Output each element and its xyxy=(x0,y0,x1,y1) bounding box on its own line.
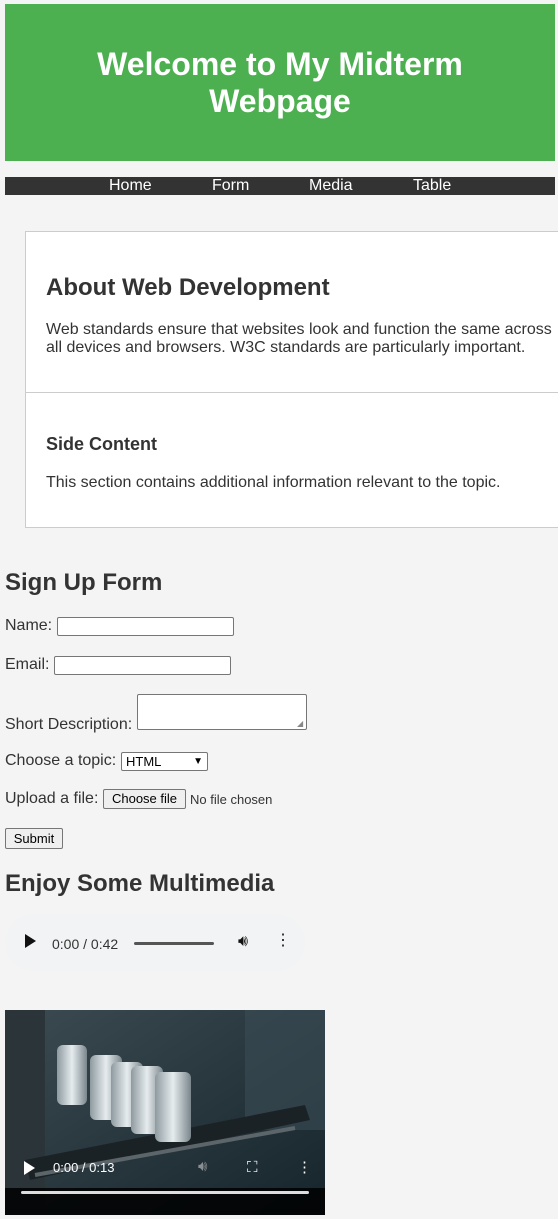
video-frame xyxy=(5,1010,325,1215)
about-section: About Web Development Web standards ensu… xyxy=(25,231,558,394)
page-header: Welcome to My Midterm Webpage xyxy=(5,4,555,161)
video-play-icon[interactable] xyxy=(24,1161,35,1175)
submit-button[interactable]: Submit xyxy=(5,828,63,849)
side-content-section: Side Content This section contains addit… xyxy=(25,392,558,528)
email-input[interactable] xyxy=(54,656,231,675)
audio-progress-slider[interactable] xyxy=(134,942,214,945)
about-text: Web standards ensure that websites look … xyxy=(46,321,552,356)
more-options-icon[interactable]: ⋮ xyxy=(275,932,291,950)
description-textarea[interactable]: ◢ xyxy=(137,694,307,730)
description-label: Short Description: xyxy=(5,716,133,733)
name-input[interactable] xyxy=(57,617,234,636)
nav-table-link[interactable]: Table xyxy=(413,177,451,195)
topic-selected-value: HTML xyxy=(126,754,162,769)
video-more-options-icon[interactable]: ⋮ xyxy=(297,1158,312,1176)
nav-media-link[interactable]: Media xyxy=(309,177,353,195)
nav-home-link[interactable]: Home xyxy=(109,177,152,195)
main-nav: Home Form Media Table xyxy=(5,177,555,195)
fullscreen-icon[interactable]: ⛶ xyxy=(247,1159,258,1176)
volume-icon[interactable]: 🔊︎ xyxy=(238,933,248,951)
email-label: Email: xyxy=(5,656,50,673)
audio-player: 0:00 / 0:42 🔊︎ ⋮ xyxy=(5,914,305,971)
chevron-down-icon: ▼ xyxy=(193,756,203,767)
side-text: This section contains additional informa… xyxy=(46,474,501,491)
video-player[interactable]: 0:00 / 0:13 🔊︎ ⛶ ⋮ xyxy=(5,1010,325,1215)
topic-label: Choose a topic: xyxy=(5,752,117,769)
video-progress-slider[interactable] xyxy=(21,1191,309,1194)
topic-select[interactable]: HTML ▼ xyxy=(121,752,208,771)
form-title: Sign Up Form xyxy=(5,569,163,596)
file-status: No file chosen xyxy=(190,792,273,807)
file-label: Upload a file: xyxy=(5,790,99,807)
about-heading: About Web Development xyxy=(46,274,330,301)
video-volume-icon[interactable]: 🔊︎ xyxy=(198,1158,207,1175)
video-time: 0:00 / 0:13 xyxy=(53,1160,115,1175)
resize-handle-icon[interactable]: ◢ xyxy=(297,720,305,728)
choose-file-button[interactable]: Choose file xyxy=(103,789,186,809)
side-heading: Side Content xyxy=(46,434,157,454)
name-label: Name: xyxy=(5,617,53,634)
page-title: Welcome to My Midterm Webpage xyxy=(97,45,463,119)
nav-form-link[interactable]: Form xyxy=(212,177,249,195)
play-icon[interactable] xyxy=(25,934,36,948)
audio-time: 0:00 / 0:42 xyxy=(52,936,119,952)
media-title: Enjoy Some Multimedia xyxy=(5,870,275,897)
